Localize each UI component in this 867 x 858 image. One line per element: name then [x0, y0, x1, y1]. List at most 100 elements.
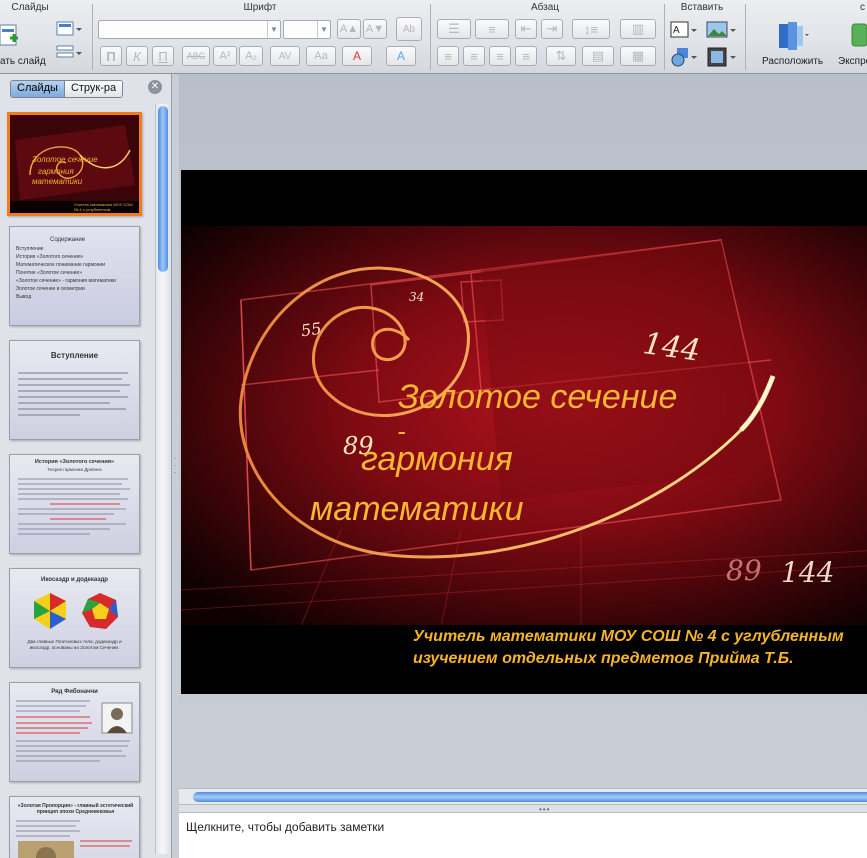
thumbnail-title: История «Золотого сечения» [34, 459, 115, 465]
align-text-icon[interactable]: ▤ [582, 46, 614, 66]
notes-pane[interactable]: Щелкните, чтобы добавить заметки [179, 812, 867, 858]
slide-title-line-2[interactable]: гармония [361, 440, 513, 479]
slide-author-text[interactable]: Учитель математики МОУ СОШ № 4 с углубле… [413, 626, 844, 670]
slide-thumbnail-6[interactable]: Ряд Фибоначчи [9, 682, 140, 782]
align-right-icon[interactable]: ≡ [489, 46, 511, 66]
line-spacing-icon[interactable]: ↕≡ [572, 19, 610, 39]
text-direction-icon[interactable]: ⇅ [546, 46, 576, 66]
arrange-icon[interactable] [776, 20, 810, 52]
ribbon: Слайды Шрифт Абзац Вставить с ать слайд … [0, 0, 867, 74]
italic-button[interactable]: К [126, 46, 148, 66]
thumbnail-text-lines [18, 478, 130, 535]
text-effects-button[interactable]: A [386, 46, 416, 66]
group-font-title: Шрифт [243, 2, 277, 13]
thumbnail-caption: Два главных Платоновых тела: додекаэдр и… [27, 639, 122, 650]
group-slides-title: Слайды [11, 2, 49, 13]
group-paragraph-title: Абзац [530, 2, 560, 13]
slide-thumbnail-4[interactable]: История «Золотого сечения» Теория гармон… [9, 454, 140, 554]
layout-icon[interactable] [56, 20, 82, 38]
horizontal-scrollbar[interactable] [179, 788, 867, 804]
text-box-icon[interactable]: A [670, 19, 698, 41]
group-insert-title: Вставить [680, 2, 724, 13]
svg-text:A: A [673, 25, 680, 36]
slide-thumbnail-1[interactable]: Золотое сечение гармония математики Учит… [7, 112, 142, 216]
arrange-button[interactable]: Расположить [762, 56, 823, 67]
close-icon[interactable]: ✕ [148, 80, 162, 94]
media-icon[interactable] [706, 46, 736, 68]
new-slide-icon[interactable] [0, 22, 20, 48]
quick-styles-icon[interactable] [846, 20, 867, 50]
tab-outline[interactable]: Струк-ра [63, 81, 123, 97]
chevron-down-icon: ▼ [267, 21, 280, 38]
font-size-combo[interactable]: ▼ [283, 20, 331, 39]
align-center-icon[interactable]: ≡ [463, 46, 485, 66]
thumbnail-title: Золотое сечение [32, 155, 98, 164]
superscript-button[interactable]: A² [213, 46, 237, 66]
thumbnail-text-lines [16, 700, 133, 762]
scrollbar-thumb[interactable] [158, 106, 168, 272]
subscript-button[interactable]: A₂ [239, 46, 263, 66]
notes-placeholder[interactable]: Щелкните, чтобы добавить заметки [186, 820, 384, 834]
fib-number-55: 55 [299, 318, 323, 341]
express-styles-button[interactable]: Экспре [838, 56, 867, 67]
grow-font-button[interactable]: A▲ [337, 19, 361, 39]
list-item: Математическое понимание гармонии [16, 262, 106, 268]
slide-thumbnail-2[interactable]: Содержание Вступление История «Золотого … [9, 226, 140, 326]
slide-editor: 34 55 89 144 89 144 Золотое сечение - га… [179, 74, 867, 784]
slide-title-line-1[interactable]: Золотое сечение [398, 378, 677, 417]
clear-format-button[interactable]: Ab [396, 17, 422, 41]
thumbnail-title: Ряд Фибоначчи [51, 689, 98, 695]
chevron-down-icon: ▼ [317, 21, 330, 38]
underline-button[interactable]: П [152, 46, 174, 66]
section-icon[interactable] [56, 44, 82, 62]
new-slide-button[interactable]: ать слайд [0, 56, 46, 67]
thumbnail-text-lines [16, 820, 132, 858]
slide-canvas[interactable]: 34 55 89 144 89 144 Золотое сечение - га… [181, 170, 867, 694]
bullets-icon[interactable]: ☰ [437, 19, 471, 39]
font-color-button[interactable]: A [342, 46, 372, 66]
thumbnail-list: Вступление История «Золотого сечения» Ма… [16, 245, 116, 301]
thumbnail-title: Содержание [50, 237, 86, 243]
thumbnail-background [10, 115, 139, 213]
bold-button[interactable]: П [100, 46, 122, 66]
slide-thumbnail-3[interactable]: Вступление [9, 340, 140, 440]
strikethrough-button[interactable]: ABC [182, 46, 210, 66]
thumbnails-scrollbar[interactable] [155, 104, 169, 854]
font-name-combo[interactable]: ▼ [98, 20, 281, 39]
picture-icon[interactable] [706, 19, 736, 41]
slide-thumbnail-7[interactable]: «Золотая Пропорция» - главный эстетическ… [9, 796, 140, 858]
powerpoint-window: Слайды Шрифт Абзац Вставить с ать слайд … [0, 0, 867, 858]
thumbnail-title-3: математики [32, 177, 83, 186]
thumbnail-subtitle: Теория гармонии Древних [47, 467, 102, 472]
shape-icon[interactable] [670, 46, 698, 68]
change-case-button[interactable]: Aa [306, 46, 336, 66]
thumbnail-title: Вступление [50, 351, 99, 360]
author-line-1: Учитель математики МОУ СОШ № 4 с углубле… [413, 628, 844, 645]
align-left-icon[interactable]: ≡ [437, 46, 459, 66]
slides-pane: Слайды Струк-ра ✕ Золотое сечение гармон… [0, 74, 172, 858]
list-item: История «Золотого сечения» [16, 254, 84, 260]
separator [745, 4, 746, 70]
separator [664, 4, 665, 70]
author-line-2: изучением отдельных предметов Прийма Т.Б… [413, 650, 794, 667]
numbering-icon[interactable]: ≡ [475, 19, 509, 39]
fib-number-144-row: 144 [781, 556, 835, 589]
tab-slides[interactable]: Слайды [11, 81, 64, 97]
slide-thumbnail-5[interactable]: Икосаэдр и додекаэдр Два главных Платоно… [9, 568, 140, 668]
slide-thumbnails: Золотое сечение гармония математики Учит… [0, 108, 156, 858]
thumbnail-title: Икосаэдр и додекаэдр [41, 577, 108, 583]
thumbnail-author: Учитель математики МОУ СОШ № 4 с углубле… [74, 202, 133, 212]
pane-splitter-grip[interactable]: · · · [172, 455, 178, 477]
justify-icon[interactable]: ≡ [515, 46, 537, 66]
smartart-icon[interactable]: ▦ [620, 46, 656, 66]
char-spacing-button[interactable]: AV [270, 46, 300, 66]
increase-indent-icon[interactable]: ⇥ [541, 19, 563, 39]
list-item: Понятие «Золотое сечение» [16, 270, 83, 276]
slide-title-line-3[interactable]: математики [310, 490, 523, 529]
fib-number-34: 34 [409, 290, 425, 304]
shrink-font-button[interactable]: A▼ [363, 19, 387, 39]
notes-splitter[interactable]: ••• [179, 804, 867, 814]
columns-icon[interactable]: ▥ [620, 19, 656, 39]
decrease-indent-icon[interactable]: ⇤ [515, 19, 537, 39]
scrollbar-thumb[interactable] [193, 792, 867, 802]
